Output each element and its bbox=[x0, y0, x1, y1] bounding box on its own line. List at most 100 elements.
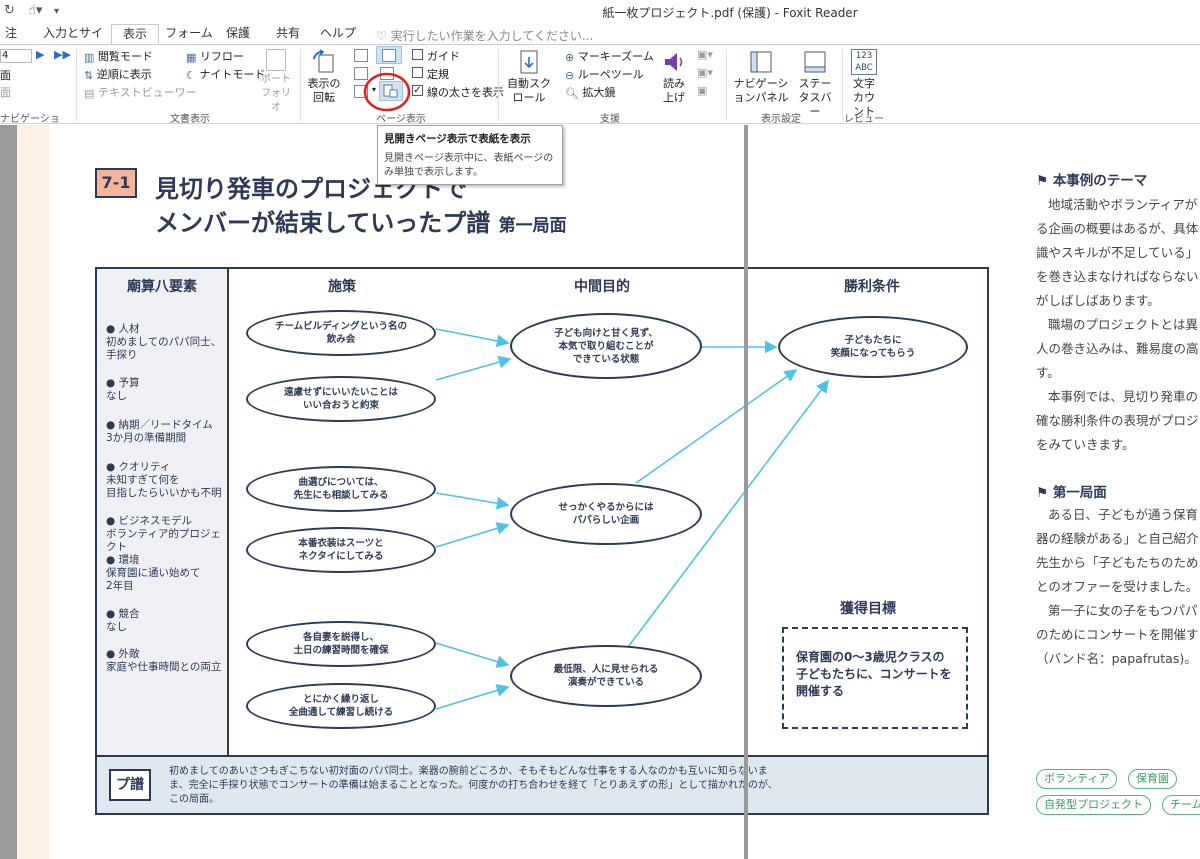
reading-mode-button[interactable]: ▥ 閲覧モード bbox=[84, 48, 153, 64]
night-mode-button[interactable]: ☾ ナイトモード bbox=[186, 66, 265, 82]
loupe-label: ルーペツール bbox=[577, 68, 644, 81]
portfolio-button[interactable]: ポートフォリオ bbox=[256, 49, 296, 115]
header-mid-goals: 中間目的 bbox=[574, 279, 630, 295]
element-quality: ● クオリティ 未知すぎて何を 目指したらいいかも不明 bbox=[106, 461, 222, 499]
phase-line: 第一子に女の子をもつパパ bbox=[1048, 603, 1198, 618]
reverse-icon: ⇅ bbox=[84, 68, 94, 82]
ruler-checkbox[interactable] bbox=[412, 67, 423, 78]
marquee-zoom-button[interactable]: ⊕ マーキーズーム bbox=[565, 48, 654, 64]
tab-annotate[interactable]: 注釈 bbox=[0, 24, 22, 59]
tab-help[interactable]: ヘルプ bbox=[318, 24, 358, 44]
reflow-icon: ▦ bbox=[186, 50, 197, 64]
lightbulb-icon: ♡ bbox=[376, 29, 391, 43]
portfolio-icon bbox=[266, 49, 286, 71]
red-highlight-circle bbox=[363, 72, 411, 112]
read-option-3-icon[interactable]: ▣ bbox=[697, 84, 707, 97]
book-icon: ▥ bbox=[84, 50, 95, 64]
phase-line: 先生から「子どもたちのため bbox=[1036, 555, 1199, 570]
eight-elements-column: 廟算八要素 ● 人材 初めましてのパパ同士、 手探り ● 予算 なし ● 納期／リード… bbox=[97, 269, 229, 755]
theme-paragraph: 地域活動やボランティアが る企画の概要はあるが、具体 識やスキルが不足している」… bbox=[1036, 193, 1199, 457]
reading-mode-label: 閲覧モード bbox=[97, 50, 153, 63]
divider bbox=[76, 49, 77, 121]
divider bbox=[300, 49, 301, 121]
theme-line: をみていきます。 bbox=[1036, 437, 1135, 452]
win-condition-node: 子どもたちに 笑顔になってもらう bbox=[778, 316, 968, 378]
pufu-icon: プ譜 bbox=[109, 769, 151, 801]
last-page-icon[interactable]: ▶▶ bbox=[54, 48, 71, 61]
portfolio-label: ポートフォリオ bbox=[261, 74, 291, 113]
tab-protect[interactable]: 保護 bbox=[220, 24, 256, 44]
measure-node-3: 曲選びについては、 先生にも相談してみる bbox=[246, 466, 436, 512]
rotate-icon bbox=[313, 49, 334, 73]
loupe-button[interactable]: ⊖ ルーペツール bbox=[565, 66, 644, 82]
ribbon: 4 ▶ ▶▶ 面 面 ナビゲーション ▥ 閲覧モード ⇅ 逆順に表示 ▤ テキス… bbox=[0, 44, 1200, 140]
element-external-threat: ● 外敵 家庭や仕事時間との両立 bbox=[106, 648, 222, 673]
nav-row2-label[interactable]: 面 bbox=[0, 67, 11, 83]
divider bbox=[726, 49, 727, 121]
reflow-label: リフロー bbox=[199, 50, 244, 63]
document-view[interactable]: 7-1 見切り発車のプロジェクトで メンバーが結束していったプ譜 第一局面 廟算… bbox=[0, 125, 1200, 859]
element-talent: ● 人材 初めましてのパパ同士、 手探り bbox=[106, 323, 222, 361]
flag-icon: ⚑ bbox=[1036, 485, 1053, 501]
window-title: 紙一枚プロジェクト.pdf (保護) - Foxit Reader bbox=[602, 6, 858, 20]
page-number-input[interactable]: 4 bbox=[0, 49, 32, 63]
text-viewer-button[interactable]: ▤ テキストビューワー bbox=[84, 84, 197, 100]
guide-checkbox[interactable] bbox=[412, 49, 423, 60]
magnifier-icon: 🔍︎ bbox=[565, 86, 579, 100]
single-page-icon[interactable] bbox=[354, 49, 368, 62]
page-margin-gray bbox=[0, 125, 17, 859]
theme-line: 地域活動やボランティアが bbox=[1048, 197, 1198, 212]
tell-me-box[interactable]: ♡ 実行したい作業を入力してください... bbox=[376, 27, 593, 44]
reflow-button[interactable]: ▦ リフロー bbox=[186, 48, 244, 64]
pufu-footer: プ譜 初めましてのあいさつもぎこちない初対面のパパ同士。楽器の腕前どころか、そも… bbox=[95, 757, 989, 815]
measure-node-5: 各自妻を説得し、 土日の練習時間を確保 bbox=[246, 621, 436, 667]
measure-node-6: とにかく繰り返し 全曲通して練習し続ける bbox=[246, 683, 436, 729]
tag-self-driven-project: 自発型プロジェクト bbox=[1036, 795, 1151, 815]
tag-team: チーム bbox=[1162, 795, 1200, 815]
phase-line: とのオファーを受けました。 bbox=[1036, 579, 1199, 594]
group-label-doc-view: 文書表示 bbox=[170, 114, 210, 125]
header-eight-elements: 廟算八要素 bbox=[127, 279, 197, 295]
rotate-view-button[interactable]: 表示の回転 bbox=[304, 49, 344, 105]
mid-goal-node-1: 子ども向けと甘く見ず、 本気で取り組むことが できている状態 bbox=[510, 313, 702, 379]
marquee-zoom-label: マーキーズーム bbox=[577, 50, 654, 63]
reverse-view-button[interactable]: ⇅ 逆順に表示 bbox=[84, 66, 152, 82]
read-aloud-label: 読み上げ bbox=[663, 77, 685, 104]
pufu-footer-text: 初めましてのあいさつもぎこちない初対面のパパ同士。楽器の腕前どころか、そもそもど… bbox=[169, 766, 778, 805]
char-count-button[interactable]: 123 ABC 文字カウント bbox=[846, 49, 882, 119]
goal-box: 保育園の0〜3歳児クラスの子どもたちに、コンサートを開催する bbox=[782, 627, 968, 729]
tag-nursery: 保育園 bbox=[1128, 769, 1177, 789]
status-bar-icon bbox=[804, 51, 826, 73]
auto-scroll-button[interactable]: 自動スクロール bbox=[504, 49, 554, 105]
read-option-1-icon[interactable]: ▣▾ bbox=[697, 48, 713, 61]
theme-line: 識やスキルが不足している」 bbox=[1036, 245, 1199, 260]
marquee-zoom-icon: ⊕ bbox=[565, 50, 575, 64]
read-aloud-button[interactable]: 読み上げ bbox=[656, 49, 692, 105]
tab-share[interactable]: 共有 bbox=[270, 24, 306, 44]
element-deadline: ● 納期／リードタイム 3か月の準備期間 bbox=[106, 419, 213, 444]
tab-form[interactable]: フォーム bbox=[165, 24, 213, 44]
element-environment: ● 環境 保育園に通い始めて 2年目 bbox=[106, 554, 201, 592]
nav-panel-button[interactable]: ナビゲーションパネル bbox=[730, 49, 792, 105]
group-label-review: レビュー bbox=[844, 114, 884, 125]
theme-line: 確な勝利条件の表現がプロジ bbox=[1036, 413, 1199, 428]
line-width-checkbox[interactable]: ✓ bbox=[412, 85, 423, 96]
nav-panel-label: ナビゲーションパネル bbox=[733, 77, 789, 104]
tell-me-placeholder: 実行したい作業を入力してください... bbox=[390, 29, 594, 43]
two-page-icon bbox=[382, 49, 396, 62]
nav-row3-label: 面 bbox=[0, 86, 11, 99]
tab-view[interactable]: 表示 bbox=[111, 24, 159, 45]
status-bar-button[interactable]: ステータスバー bbox=[794, 49, 836, 119]
next-page-icon[interactable]: ▶ bbox=[36, 48, 44, 61]
element-competition: ● 競合 なし bbox=[106, 608, 140, 633]
theme-line: す。 bbox=[1036, 365, 1060, 380]
phase-paragraph: ある日、子どもが通う保育 器の経験がある」と自己紹介 先生から「子どもたちのため… bbox=[1036, 503, 1199, 671]
group-label-page-view: ページ表示 bbox=[376, 114, 426, 125]
phase-line: （バンド名：papafrutas)。 bbox=[1036, 651, 1197, 666]
previous-page-edge bbox=[17, 125, 49, 859]
cover-page-tooltip: 見開きページ表示で表紙を表示 見開きページ表示中に、表紙ページのみ単独で表示しま… bbox=[377, 125, 563, 185]
tab-fill-sign[interactable]: 入力とサイン bbox=[40, 24, 106, 59]
phase-heading-text: 第一局面 bbox=[1052, 485, 1107, 501]
read-option-2-icon[interactable]: ▣▾ bbox=[697, 66, 713, 79]
magnifier-button[interactable]: 🔍︎ 拡大鏡 bbox=[565, 84, 615, 100]
